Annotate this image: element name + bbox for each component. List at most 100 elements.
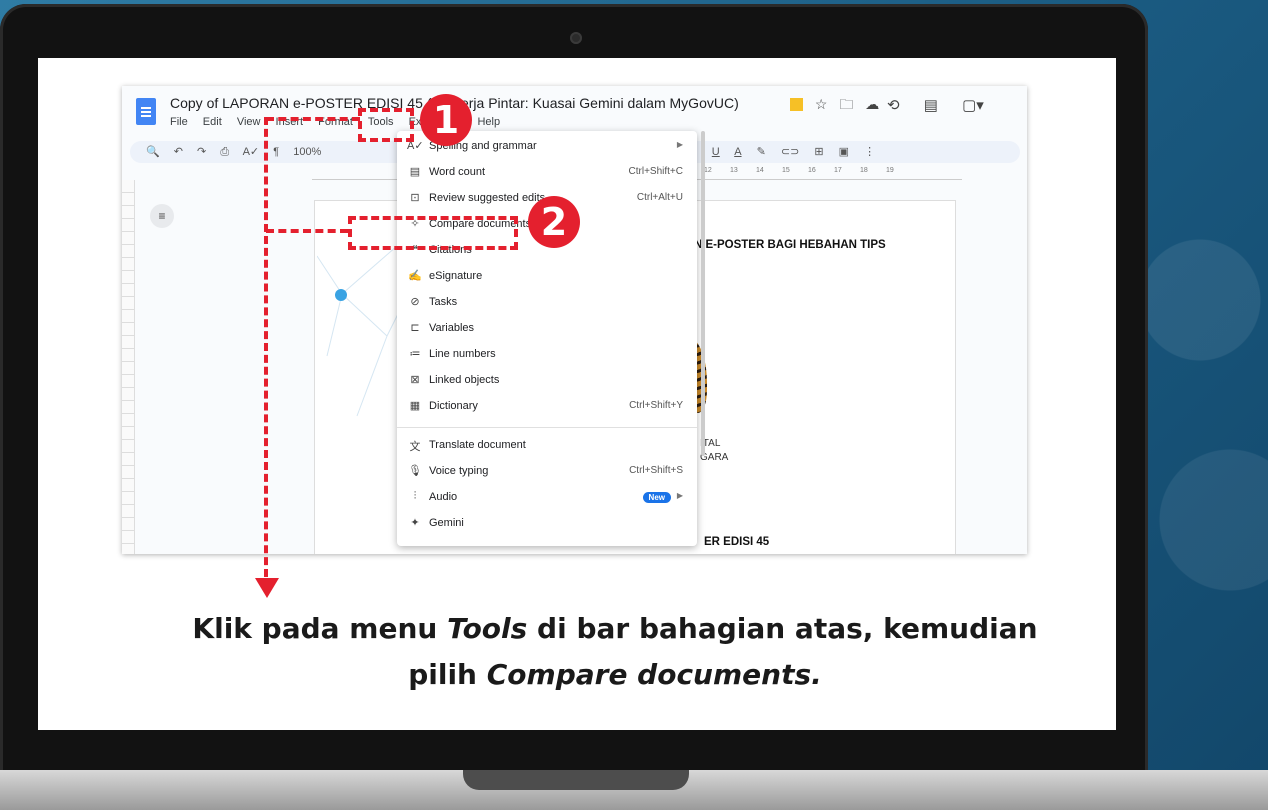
- menu-item-linked-objects[interactable]: ⊠ Linked objects: [397, 370, 697, 392]
- menu-view[interactable]: View: [237, 116, 261, 128]
- link-icon[interactable]: ⊂⊃: [781, 146, 799, 158]
- ruler-number: 14: [756, 167, 764, 174]
- menu-item-label: eSignature: [429, 270, 483, 282]
- step-badge-1: 1: [420, 94, 472, 146]
- insert-image-icon[interactable]: ▣: [839, 146, 849, 158]
- menu-item-translate[interactable]: 文 Translate document: [397, 435, 697, 457]
- ruler-number: 18: [860, 167, 868, 174]
- history-icon[interactable]: ⟲: [887, 97, 900, 114]
- annotation-highlight-compare: [348, 216, 518, 250]
- annotation-highlight-tools: [358, 108, 414, 142]
- menu-item-shortcut: Ctrl+Alt+U: [636, 192, 683, 203]
- menu-item-label: Word count: [429, 166, 486, 178]
- menu-item-label: Audio: [429, 491, 458, 503]
- highlight-icon[interactable]: ✎: [757, 146, 766, 158]
- caption-line-2: pilih Compare documents.: [76, 652, 1154, 698]
- diagram-node: [335, 289, 347, 301]
- esignature-icon: ✍: [408, 270, 422, 282]
- menu-item-label: Translate document: [429, 439, 526, 451]
- ruler-number: 12: [704, 167, 712, 174]
- menu-item-gemini[interactable]: ✦ Gemini: [397, 513, 697, 535]
- insert-comment-icon[interactable]: ⊞: [814, 146, 823, 158]
- title-actions: ☆ 🗀 ☁: [790, 94, 887, 118]
- menu-item-esignature[interactable]: ✍ eSignature: [397, 266, 697, 288]
- spellcheck-icon[interactable]: A✓: [243, 146, 260, 158]
- audio-icon: ⫶: [413, 490, 417, 502]
- folder-icon[interactable]: 🗀: [839, 96, 853, 112]
- new-badge: New: [642, 492, 671, 503]
- caption-line-1: Klik pada menu Tools di bar bahagian ata…: [76, 606, 1154, 652]
- annotation-dash-line: [264, 117, 268, 577]
- page-footer-heading: ER EDISI 45: [704, 536, 770, 548]
- font-color-icon[interactable]: A: [734, 146, 741, 158]
- menu-separator: [397, 427, 697, 428]
- line-numbers-icon: ≔: [409, 348, 421, 360]
- menu-edit[interactable]: Edit: [203, 116, 222, 128]
- menu-item-audio[interactable]: ⫶ Audio New ▶: [397, 487, 697, 509]
- zoom-select[interactable]: 100%: [293, 146, 321, 158]
- menu-item-shortcut: Ctrl+Shift+Y: [629, 400, 683, 411]
- translate-icon: 文: [409, 441, 421, 453]
- undo-icon[interactable]: ↶: [174, 146, 183, 158]
- star-icon[interactable]: ☆: [815, 96, 828, 112]
- caption-text: pilih: [408, 658, 487, 691]
- menu-item-tasks[interactable]: ⊘ Tasks: [397, 292, 697, 314]
- menu-scrollbar[interactable]: [701, 131, 705, 456]
- gemini-icon: ✦: [410, 517, 420, 529]
- menu-file[interactable]: File: [170, 116, 188, 128]
- menu-item-shortcut: Ctrl+Shift+C: [628, 166, 683, 177]
- caption-text: Klik pada menu: [192, 612, 448, 645]
- annotation-dash-line: [266, 229, 348, 233]
- dictionary-icon: ▦: [409, 400, 421, 412]
- laptop-base: [0, 770, 1268, 810]
- docs-logo-icon[interactable]: [136, 98, 156, 125]
- menu-item-voice-typing[interactable]: 🎙 Voice typing Ctrl+Shift+S: [397, 461, 697, 483]
- word-count-icon: ▤: [409, 166, 421, 178]
- laptop-notch: [463, 770, 689, 790]
- paint-format-icon[interactable]: ¶: [273, 146, 279, 158]
- instruction-caption: Klik pada menu Tools di bar bahagian ata…: [76, 606, 1154, 698]
- menu-item-line-numbers[interactable]: ≔ Line numbers: [397, 344, 697, 366]
- caption-text: di bar bahagian atas, kemudian: [527, 612, 1038, 645]
- menu-item-label: Review suggested edits: [429, 192, 546, 204]
- microphone-icon: 🎙: [408, 465, 422, 477]
- print-icon[interactable]: ⎙: [220, 146, 229, 158]
- menu-item-label: Tasks: [429, 296, 458, 308]
- menu-item-label: Dictionary: [429, 400, 478, 412]
- header-right-actions: ⟲ ▤ ▢▾: [887, 96, 1004, 114]
- menu-item-label: Linked objects: [429, 374, 500, 386]
- ruler-number: 19: [886, 167, 894, 174]
- annotation-dash-line: [266, 117, 360, 121]
- outline-icon[interactable]: ≡: [150, 204, 174, 228]
- linked-objects-icon: ⊠: [410, 374, 420, 386]
- menu-item-dictionary[interactable]: ▦ Dictionary Ctrl+Shift+Y: [397, 396, 697, 418]
- underline-icon[interactable]: U: [712, 146, 720, 158]
- menu-item-label: Line numbers: [429, 348, 496, 360]
- search-icon[interactable]: 🔍: [146, 146, 160, 158]
- webcam: [570, 32, 582, 44]
- ruler-number: 13: [730, 167, 738, 174]
- tools-dropdown-menu: A✓ Spelling and grammar ▶ ▤ Word count C…: [397, 131, 705, 546]
- menu-item-shortcut: Ctrl+Shift+S: [629, 465, 683, 476]
- review-edits-icon: ⊡: [410, 192, 420, 204]
- laptop-screen: Copy of LAPORAN e-POSTER EDISI 45 (Kit K…: [38, 58, 1116, 730]
- tasks-icon: ⊘: [410, 296, 420, 308]
- submenu-arrow-icon: ▶: [676, 140, 683, 149]
- google-docs-window: Copy of LAPORAN e-POSTER EDISI 45 (Kit K…: [122, 86, 1027, 554]
- ruler-number: 16: [808, 167, 816, 174]
- variables-icon: ⊏: [410, 322, 420, 334]
- menu-item-variables[interactable]: ⊏ Variables: [397, 318, 697, 340]
- decorative-diagram: [317, 245, 407, 417]
- meet-icon[interactable]: ▢▾: [962, 97, 984, 114]
- redo-icon[interactable]: ↷: [197, 146, 206, 158]
- vertical-ruler: [122, 180, 135, 554]
- bookmark-icon[interactable]: [790, 98, 803, 111]
- ruler-number: 17: [834, 167, 842, 174]
- menu-help[interactable]: Help: [477, 116, 500, 128]
- caption-emphasis: Compare documents.: [486, 658, 822, 691]
- cloud-status-icon[interactable]: ☁: [865, 96, 879, 112]
- comments-icon[interactable]: ▤: [924, 97, 938, 114]
- menu-item-word-count[interactable]: ▤ Word count Ctrl+Shift+C: [397, 162, 697, 184]
- caption-emphasis: Tools: [447, 612, 528, 645]
- more-icon[interactable]: ⋮: [864, 146, 875, 158]
